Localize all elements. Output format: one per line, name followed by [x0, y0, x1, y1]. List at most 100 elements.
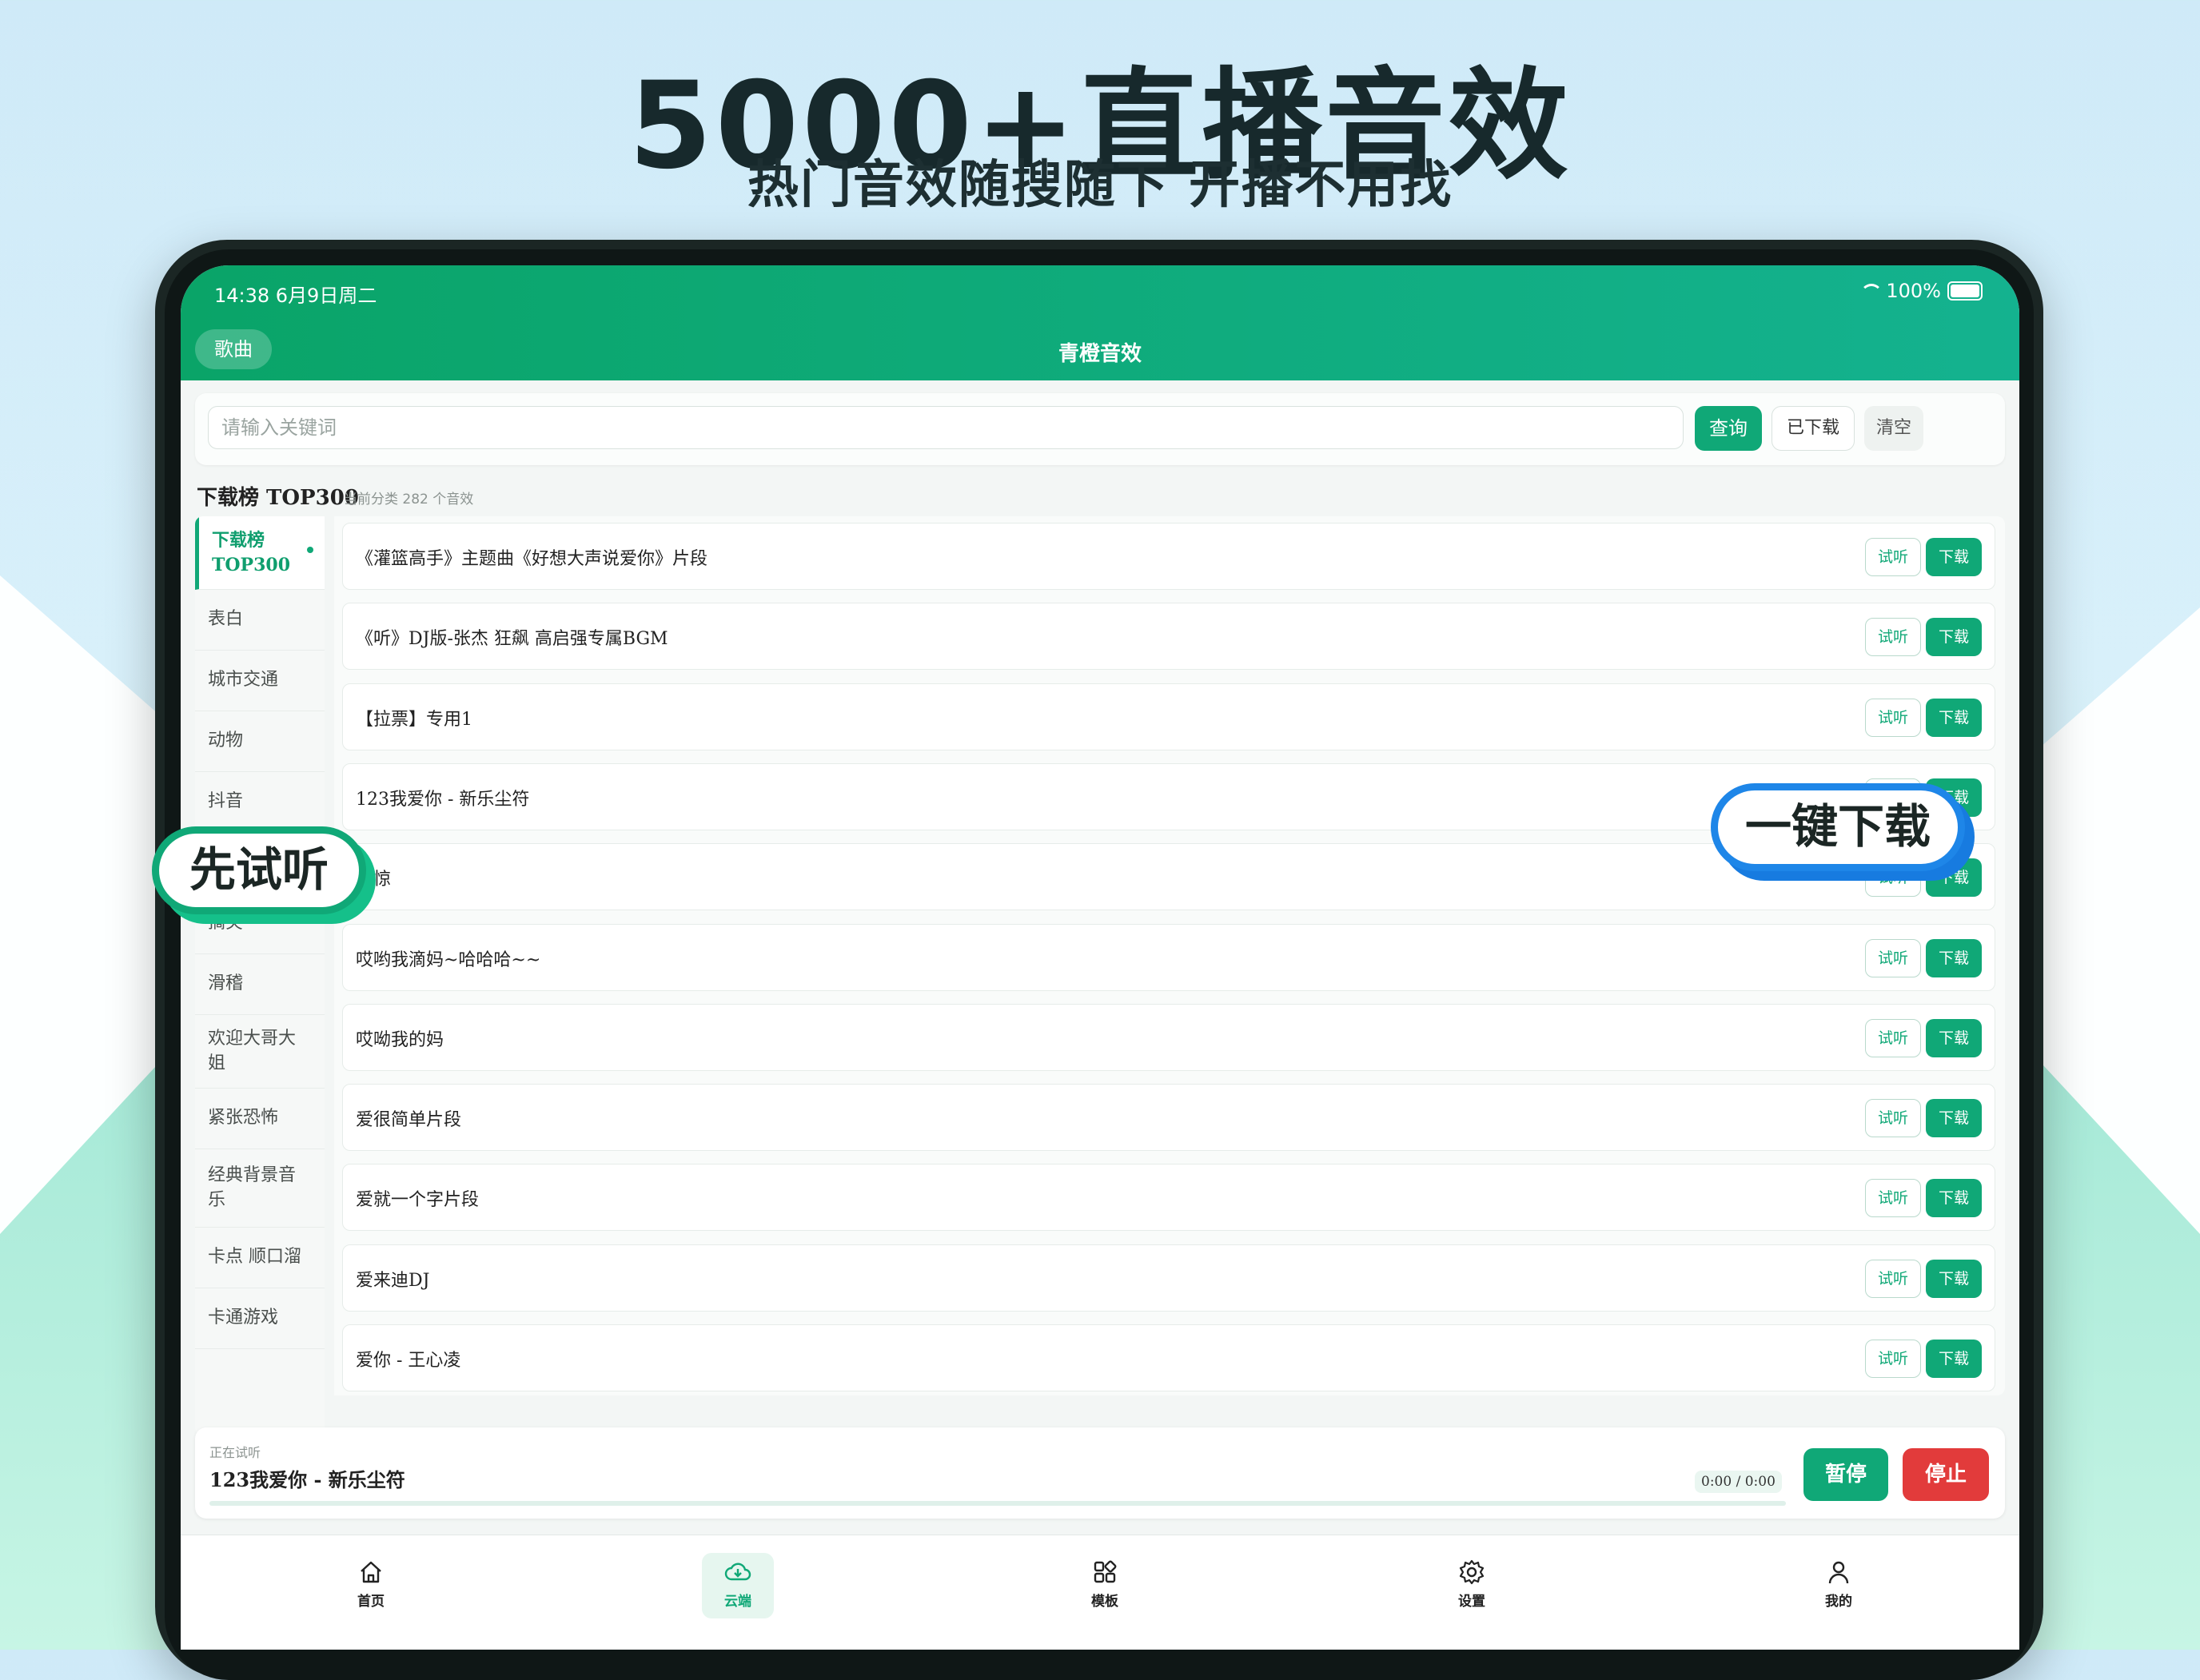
- list-item: 爱就一个字片段 试听 下载: [342, 1164, 1995, 1232]
- user-icon: [1824, 1558, 1853, 1586]
- list-item: 哎哟我滴妈~哈哈哈~~ 试听 下载: [342, 923, 1995, 991]
- cloud-download-icon: [723, 1558, 752, 1586]
- status-time: 14:38 6月9日周二: [214, 285, 377, 307]
- list-item: 《听》DJ版-张杰 狂飙 高启强专属BGM 试听 下载: [342, 603, 1995, 671]
- sound-title: 爱你 - 王心凌: [356, 1351, 461, 1371]
- sidebar-item[interactable]: 动物: [195, 711, 325, 772]
- sound-title: 爱就一个字片段: [356, 1190, 480, 1211]
- sidebar-item[interactable]: 下载榜 TOP300: [195, 516, 325, 590]
- download-button[interactable]: 下载: [1926, 1018, 1982, 1057]
- downloaded-button[interactable]: 已下载: [1772, 406, 1855, 451]
- tab-label: 我的: [1825, 1594, 1852, 1610]
- sidebar-item[interactable]: 卡通游戏: [195, 1288, 325, 1349]
- try-listen-button[interactable]: 试听: [1865, 1340, 1921, 1378]
- sidebar-item-label: 经典背景音乐: [208, 1164, 297, 1210]
- top-bar: 14:38 6月9日周二 100% 歌曲 青橙音效: [181, 265, 2019, 380]
- download-button[interactable]: 下载: [1926, 1259, 1982, 1298]
- download-button[interactable]: 下载: [1926, 938, 1982, 977]
- tab-1[interactable]: 云端: [702, 1553, 774, 1618]
- sound-title: 《灌篮高手》主题曲《好想大声说爱你》片段: [356, 549, 708, 569]
- sidebar-item-label: 下载榜 TOP300: [212, 529, 291, 575]
- try-listen-button[interactable]: 试听: [1865, 1259, 1921, 1298]
- sound-title: 爱很简单片段: [356, 1110, 462, 1131]
- sidebar-item-label: 欢迎大哥大姐: [208, 1028, 297, 1073]
- player-progress-bar[interactable]: [209, 1501, 1786, 1506]
- search-input[interactable]: [208, 406, 1684, 449]
- query-button[interactable]: 查询: [1695, 406, 1762, 451]
- wifi-icon: [1859, 284, 1883, 298]
- sound-title: 哎哟我滴妈~哈哈哈~~: [356, 949, 541, 970]
- sidebar-item[interactable]: 滑稽: [195, 954, 325, 1015]
- callout-try-first: 先试听: [152, 826, 366, 914]
- sidebar-item-label: 卡点 顺口溜: [208, 1247, 301, 1268]
- list-item: 爱来迪DJ 试听 下载: [342, 1244, 1995, 1312]
- gear-icon: [1457, 1558, 1486, 1586]
- sidebar-item-label: 紧张恐怖: [208, 1108, 279, 1129]
- sidebar-item-label: 动物: [208, 731, 244, 751]
- download-button[interactable]: 下载: [1926, 1179, 1982, 1218]
- active-indicator-dot: [307, 547, 313, 553]
- sidebar-item-label: 抖音: [208, 791, 244, 812]
- download-button[interactable]: 下载: [1926, 698, 1982, 737]
- sidebar-item-label: 表白: [208, 609, 244, 630]
- tab-2[interactable]: 模板: [1069, 1553, 1141, 1618]
- sidebar-item-label: 搞笑: [208, 913, 244, 934]
- sound-title: 123我爱你 - 新乐尘符: [356, 789, 530, 810]
- tab-label: 模板: [1091, 1594, 1118, 1610]
- home-icon: [357, 1558, 385, 1586]
- list-item: 《灌篮高手》主题曲《好想大声说爱你》片段 试听 下载: [342, 523, 1995, 590]
- sidebar-item[interactable]: 欢迎大哥大姐: [195, 1015, 325, 1089]
- bottom-tab-bar: 首页 云端 模板 设置 我的: [181, 1535, 2019, 1650]
- page-title: 青橙音效: [1058, 342, 1142, 366]
- download-button[interactable]: 下载: [1926, 538, 1982, 576]
- list-item: 爱很简单片段 试听 下载: [342, 1084, 1995, 1152]
- try-listen-button[interactable]: 试听: [1865, 698, 1921, 737]
- sidebar-item-label: 卡通游戏: [208, 1308, 279, 1328]
- sidebar-item[interactable]: 经典背景音乐: [195, 1149, 325, 1228]
- try-listen-button[interactable]: 试听: [1865, 1099, 1921, 1138]
- player-track-title: 123我爱你 - 新乐尘符: [209, 1468, 405, 1491]
- clear-button[interactable]: 清空: [1864, 406, 1923, 451]
- category-sidebar: 下载榜 TOP300表白城市交通动物抖音感动音乐搞笑滑稽欢迎大哥大姐紧张恐怖经典…: [195, 516, 325, 1435]
- battery-icon: [1947, 281, 1983, 301]
- tab-label: 设置: [1458, 1594, 1485, 1610]
- stop-button[interactable]: 停止: [1903, 1448, 1989, 1501]
- download-button[interactable]: 下载: [1926, 618, 1982, 657]
- list-item: 【拉票】专用1 试听 下载: [342, 683, 1995, 750]
- tab-4[interactable]: 我的: [1803, 1553, 1875, 1618]
- category-title: 下载榜 TOP300: [197, 486, 359, 510]
- search-bar: 查询 已下载 清空: [195, 393, 2005, 465]
- tab-3[interactable]: 设置: [1436, 1553, 1508, 1618]
- sound-list: 《灌篮高手》主题曲《好想大声说爱你》片段 试听 下载 《听》DJ版-张杰 狂飙 高启强…: [334, 516, 2005, 1395]
- callout-one-click-download: 一键下载: [1711, 783, 1965, 871]
- try-listen-button[interactable]: 试听: [1865, 938, 1921, 977]
- grid-icon: [1090, 1558, 1119, 1586]
- sidebar-item[interactable]: 城市交通: [195, 651, 325, 711]
- sound-title: 【拉票】专用1: [356, 709, 472, 730]
- promo-subline: 热门音效随搜随下 开播不用找: [747, 156, 1453, 215]
- try-listen-button[interactable]: 试听: [1865, 1179, 1921, 1218]
- sound-title: 《听》DJ版-张杰 狂飙 高启强专属BGM: [356, 629, 668, 650]
- sound-title: 爱来迪DJ: [356, 1270, 430, 1291]
- list-item: 哎呦我的妈 试听 下载: [342, 1003, 1995, 1071]
- tab-0[interactable]: 首页: [335, 1553, 407, 1618]
- try-listen-button[interactable]: 试听: [1865, 1018, 1921, 1057]
- download-button[interactable]: 下载: [1926, 1340, 1982, 1378]
- sidebar-item[interactable]: 紧张恐怖: [195, 1089, 325, 1149]
- sidebar-item-label: 滑稽: [208, 973, 244, 994]
- try-listen-button[interactable]: 试听: [1865, 538, 1921, 576]
- list-item: 爱你 - 王心凌 试听 下载: [342, 1324, 1995, 1391]
- tab-label: 首页: [357, 1594, 385, 1610]
- app-screen: 14:38 6月9日周二 100% 歌曲 青橙音效 查询 已下载 清空 下载榜 …: [181, 265, 2019, 1650]
- player-time: 0:00 / 0:00: [1695, 1471, 1782, 1493]
- status-indicators: 100%: [1859, 280, 1983, 302]
- sound-title: 哎呦我的妈: [356, 1029, 444, 1050]
- pause-button[interactable]: 暂停: [1803, 1448, 1888, 1501]
- category-count: 当前分类 282 个音效: [344, 492, 474, 508]
- player-label: 正在试听: [209, 1445, 261, 1460]
- sidebar-item[interactable]: 表白: [195, 590, 325, 651]
- sidebar-item[interactable]: 卡点 顺口溜: [195, 1228, 325, 1288]
- sidebar-item[interactable]: 抖音: [195, 772, 325, 833]
- download-button[interactable]: 下载: [1926, 1099, 1982, 1138]
- try-listen-button[interactable]: 试听: [1865, 618, 1921, 657]
